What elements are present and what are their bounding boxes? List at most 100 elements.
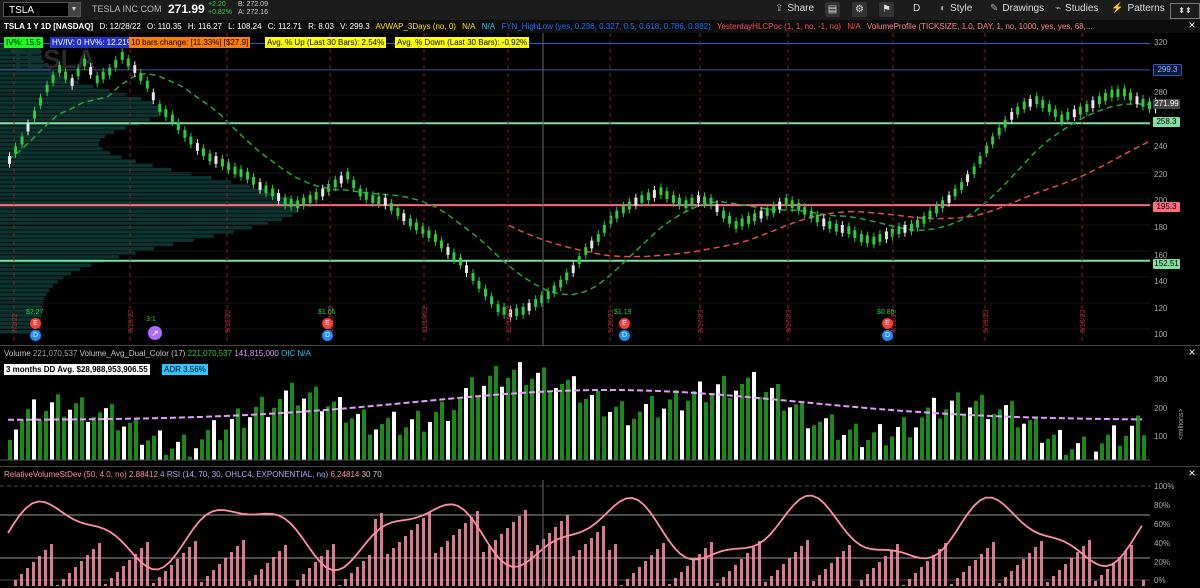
date-label: 9/12/22 xyxy=(225,310,232,333)
dividend-icon[interactable]: D xyxy=(619,330,630,341)
rvsd-bar xyxy=(80,561,83,586)
candle-body xyxy=(865,235,869,244)
earnings-icon[interactable]: E xyxy=(30,318,41,329)
pane-divider[interactable] xyxy=(0,345,1200,346)
volume-bar xyxy=(590,394,594,460)
studies-button[interactable]: ⌁ Studies xyxy=(1055,3,1098,14)
rvsd-bar xyxy=(464,523,467,586)
rvsd-bar xyxy=(344,579,347,586)
volume-bar xyxy=(872,432,876,460)
hdr-fib[interactable]: FYN_HighLow (yes, 0.236, 0.327, 0.5, 0.6… xyxy=(501,22,710,31)
rvsd-bar xyxy=(446,541,449,586)
rvsd-bar xyxy=(752,547,755,586)
print-button[interactable]: ▤ xyxy=(825,2,840,17)
close-study-icon[interactable]: × xyxy=(1186,19,1198,32)
period-label: D xyxy=(913,3,921,14)
style-button[interactable]: ◐ Style xyxy=(940,3,972,14)
hdr-yhlc[interactable]: YesterdayHLCPoc (1, 1, no, -1, no) xyxy=(717,22,841,31)
close-rsi-icon[interactable]: × xyxy=(1186,467,1198,480)
candle-body xyxy=(1003,119,1007,128)
volume-bar xyxy=(206,429,210,460)
candle-body xyxy=(346,171,350,180)
volume-bar xyxy=(338,397,342,460)
volume-bar xyxy=(572,376,576,460)
settings-button[interactable]: ⚙ xyxy=(852,2,867,17)
share-button[interactable]: ⇪ Share xyxy=(775,3,814,14)
share-icon: ⇪ xyxy=(775,3,784,14)
volume-bar xyxy=(920,417,924,460)
chevron-down-icon[interactable]: ▼ xyxy=(68,3,80,16)
rvsd-bar xyxy=(314,562,317,586)
rvsd-bar xyxy=(776,570,779,586)
period-button[interactable]: D xyxy=(913,3,920,14)
vol-avg-label[interactable]: Volume_Avg_Dual_Color (17) xyxy=(80,349,186,358)
dividend-label: $0.85 xyxy=(877,309,895,316)
earnings-icon[interactable]: E xyxy=(619,318,630,329)
pane-divider[interactable] xyxy=(0,466,1200,467)
volume-profile-bar xyxy=(0,296,45,301)
dividend-icon[interactable]: D xyxy=(322,330,333,341)
rvsd-bar xyxy=(38,556,41,586)
candle-body xyxy=(76,68,80,77)
rvsd-bar xyxy=(704,548,707,586)
rvsd-bar xyxy=(590,538,593,586)
hdr-yhlc-val: N/A xyxy=(847,22,861,31)
volume-bar xyxy=(554,388,558,460)
volume-bar xyxy=(314,386,318,460)
volume-bar xyxy=(560,383,564,460)
rvsd-bar xyxy=(392,548,395,586)
volume-bar xyxy=(638,411,642,460)
candle-body xyxy=(264,185,268,194)
hdr-vp[interactable]: VolumeProfile (TICKSIZE, 1.0, DAY, 1, no… xyxy=(867,22,1093,31)
volume-bar xyxy=(1004,405,1008,460)
flag-button[interactable]: ⚑ xyxy=(879,2,894,17)
date-label: 5/19/23 xyxy=(983,310,990,333)
volume-bar xyxy=(464,388,468,460)
dividend-icon[interactable]: D xyxy=(30,330,41,341)
rvsd-bar xyxy=(1064,564,1067,586)
candle-body xyxy=(740,218,744,227)
top-toolbar: TSLA ▼ TESLA INC COM 271.99 +2.20 +0.82%… xyxy=(0,0,1200,21)
hdr-date: D: 12/28/22 xyxy=(99,22,141,31)
symbol-input[interactable]: TSLA ▼ xyxy=(3,2,81,17)
earnings-icon[interactable]: E xyxy=(882,318,893,329)
rvsd-bar xyxy=(278,551,281,586)
rvsd-bar xyxy=(146,542,149,586)
candle-body xyxy=(596,234,600,242)
patterns-button[interactable]: ⚡ Patterns xyxy=(1111,3,1165,14)
candle-body xyxy=(464,265,468,274)
rsi-ob: 30 xyxy=(361,470,371,479)
rsi-label[interactable]: RSI (14, 70, 30, OHLC4, EXPONENTIAL, no) xyxy=(167,470,328,479)
volume-bar xyxy=(680,410,684,460)
rvsd-bar xyxy=(728,571,731,586)
volume-profile-bar xyxy=(0,284,53,288)
split-icon[interactable]: ↗ xyxy=(148,326,162,340)
rvsd-bar xyxy=(374,519,377,586)
rvsd-bar xyxy=(1034,547,1037,586)
rvsd-label[interactable]: RelativeVolumeStDev (50, 4.0, no) xyxy=(4,470,127,479)
volume-profile-bar xyxy=(0,251,136,255)
volume-bar xyxy=(176,441,180,460)
earnings-icon[interactable]: E xyxy=(322,318,333,329)
dividend-icon[interactable]: D xyxy=(882,330,893,341)
rvsd-bar xyxy=(104,584,107,586)
volume-profile-bar xyxy=(0,130,115,134)
volume-profile-bar xyxy=(0,242,174,247)
hdr-avwap[interactable]: AVWAP_3Days (no, 0) xyxy=(375,22,455,31)
candle-body xyxy=(1128,92,1132,101)
volume-profile-bar xyxy=(0,275,64,280)
volume-bar xyxy=(782,410,786,460)
close-volume-icon[interactable]: × xyxy=(1186,346,1198,359)
volume-chart[interactable] xyxy=(0,360,1200,464)
candle-body xyxy=(972,166,976,175)
rsi-chart[interactable] xyxy=(0,480,1200,588)
rvsd-bar xyxy=(866,574,869,586)
drawings-button[interactable]: ✎ Drawings xyxy=(990,3,1044,14)
volume-bar xyxy=(518,362,522,460)
split-label: 3:1 xyxy=(146,316,156,323)
candle-body xyxy=(753,213,757,222)
volume-bar xyxy=(422,431,426,460)
rvsd-bar xyxy=(788,558,791,586)
price-chart[interactable]: TESLA 7/1/228/19/229/12/2210/20/2211/18/… xyxy=(0,33,1200,345)
expand-button[interactable]: ⬍⬍ xyxy=(1170,3,1200,19)
